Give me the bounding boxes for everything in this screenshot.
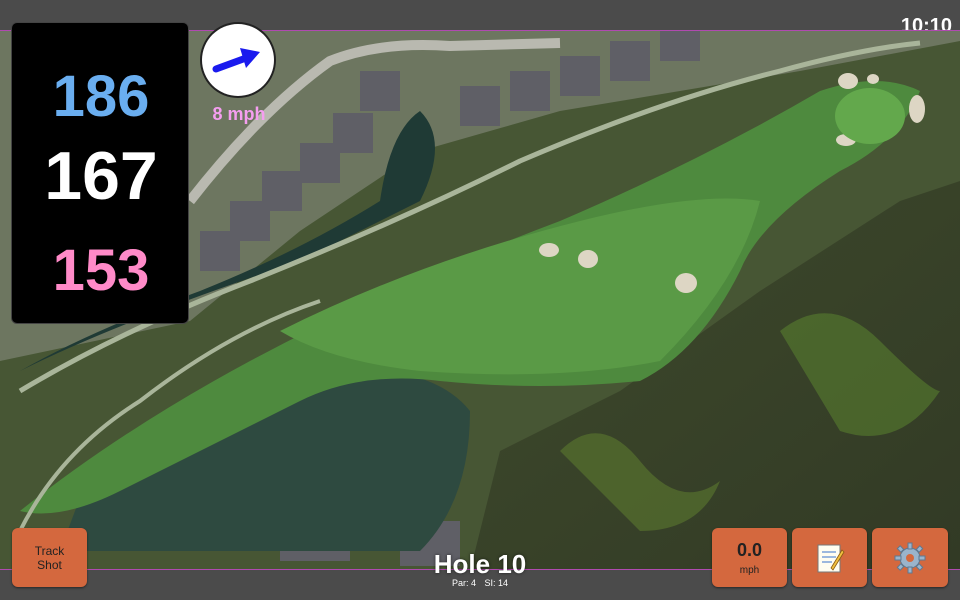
hole-stroke-index: SI: 14 <box>484 578 509 588</box>
wind-indicator <box>202 24 274 96</box>
settings-button[interactable] <box>872 528 948 587</box>
hole-info: Par: 4 SI: 14 <box>380 578 580 588</box>
notes-button[interactable] <box>792 528 867 587</box>
track-shot-label: Track Shot <box>34 543 65 572</box>
hole-title: Hole 10 <box>433 549 527 579</box>
speed-unit: mph <box>739 564 760 576</box>
hole-par: Par: 4 <box>451 578 476 588</box>
wind-direction-arrow-icon <box>212 48 260 73</box>
distance-to-middle: 167 <box>44 138 158 214</box>
speed-button[interactable]: 0.0 mph <box>712 528 787 587</box>
distance-to-back: 186 <box>52 64 150 129</box>
track-shot-button[interactable]: Track Shot <box>12 528 87 587</box>
notepad-icon <box>817 544 845 572</box>
distance-to-front: 153 <box>52 238 150 303</box>
speed-value: 0.0 <box>736 539 763 560</box>
wind-speed-label: 8 mph <box>212 104 266 124</box>
distance-panel: 186 167 153 <box>11 22 189 324</box>
gear-icon <box>894 542 926 573</box>
